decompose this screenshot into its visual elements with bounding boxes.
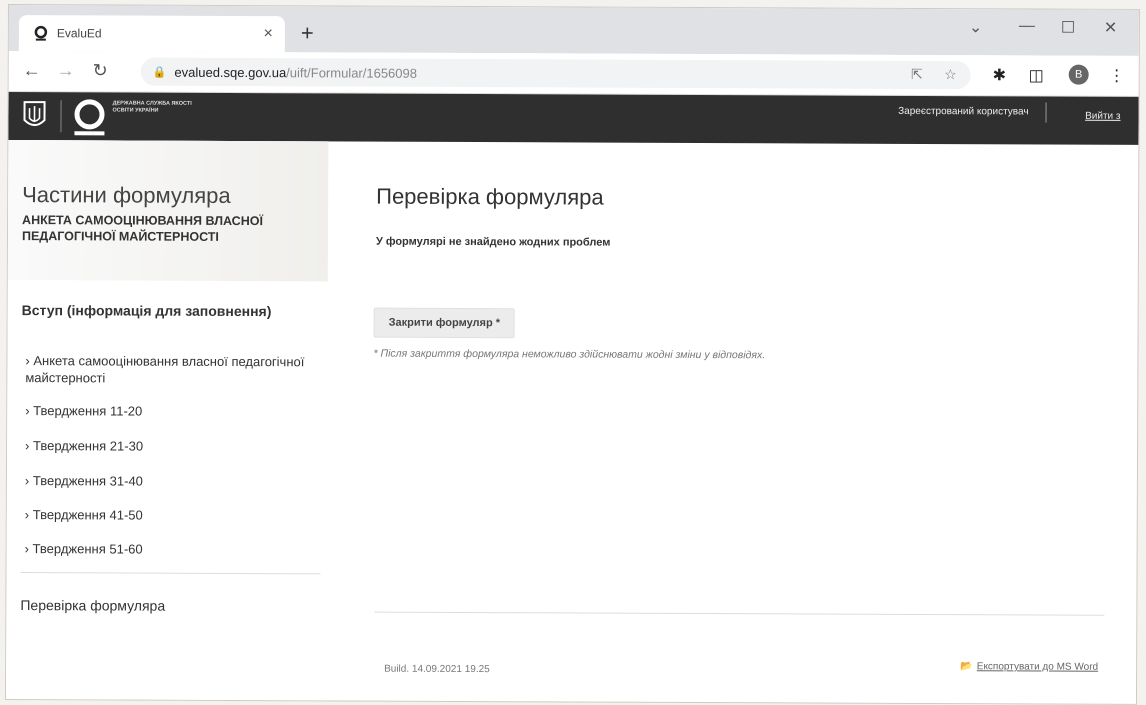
tab-strip: EvaluEd × + ⌄ — ☐ ✕ bbox=[8, 5, 1139, 56]
side-panel-icon[interactable]: ◫ bbox=[1029, 65, 1044, 85]
extensions-puzzle-icon[interactable]: ✱ bbox=[993, 65, 1006, 85]
browser-menu-icon[interactable]: ⋮ bbox=[1109, 66, 1125, 86]
bookmark-star-icon[interactable]: ☆ bbox=[944, 66, 957, 83]
browser-tab[interactable]: EvaluEd × bbox=[18, 15, 285, 53]
sidebar-item-intro[interactable]: Вступ (інформація для заповнення) bbox=[22, 302, 272, 319]
tab-close-icon[interactable]: × bbox=[263, 25, 272, 43]
close-form-button[interactable]: Закрити формуляр * bbox=[373, 307, 516, 339]
header-divider bbox=[60, 100, 62, 133]
registered-user-label: Зареєстрований користувач bbox=[898, 105, 1029, 118]
export-word-link[interactable]: 📂 Експортувати до MS Word bbox=[960, 661, 1098, 673]
footer-divider bbox=[374, 611, 1105, 616]
sidebar-header bbox=[7, 140, 329, 282]
tab-title: EvaluEd bbox=[56, 26, 102, 41]
site-header: ДЕРЖАВНА СЛУЖБА ЯКОСТІ ОСВІТИ УКРАЇНИ За… bbox=[8, 92, 1139, 145]
export-label: Експортувати до MS Word bbox=[976, 661, 1099, 673]
navigation-bar: ← → ↻ 🔒 evalued.sqe.gov.ua /uift/Formula… bbox=[8, 51, 1139, 97]
header-user-divider bbox=[1045, 102, 1047, 123]
logout-link[interactable]: Вийти з bbox=[1085, 111, 1120, 122]
main-content: Перевірка формуляра У формулярі не знайд… bbox=[358, 142, 1130, 704]
build-info: Build. 14.09.2021 19.25 bbox=[384, 663, 490, 676]
sqe-logo-bar bbox=[74, 131, 105, 136]
evalued-favicon-icon bbox=[33, 25, 49, 41]
folder-icon: 📂 bbox=[960, 661, 973, 673]
logo-text: ДЕРЖАВНА СЛУЖБА ЯКОСТІ ОСВІТИ УКРАЇНИ bbox=[112, 100, 192, 114]
sidebar-divider bbox=[20, 572, 321, 575]
trident-crest-icon bbox=[23, 101, 46, 127]
browser-window: EvaluEd × + ⌄ — ☐ ✕ ← → ↻ 🔒 evalued.sqe.… bbox=[4, 4, 1140, 705]
sidebar: Частини формуляра АНКЕТА САМООЦІНЮВАННЯ … bbox=[5, 140, 329, 701]
sidebar-item-form-check[interactable]: Перевірка формуляра bbox=[20, 597, 165, 614]
profile-avatar[interactable]: B bbox=[1068, 64, 1089, 85]
share-icon[interactable]: ⇱ bbox=[911, 66, 923, 83]
sqe-logo-icon[interactable] bbox=[74, 99, 105, 130]
url-path: /uift/Formular/1656098 bbox=[286, 64, 418, 81]
sidebar-item-statements-31-40[interactable]: › Твердження 31-40 bbox=[25, 472, 305, 490]
sidebar-subtitle: АНКЕТА САМООЦІНЮВАННЯ ВЛАСНОЇ ПЕДАГОГІЧН… bbox=[21, 213, 263, 244]
back-icon[interactable]: ← bbox=[23, 60, 41, 81]
sidebar-item-questionnaire[interactable]: › Анкета самооцінювання власної педагогі… bbox=[25, 352, 305, 387]
close-note: * Після закриття формуляра неможливо зді… bbox=[373, 347, 766, 362]
minimize-icon[interactable]: — bbox=[1019, 17, 1035, 35]
tab-search-icon[interactable]: ⌄ bbox=[969, 17, 982, 37]
sidebar-item-statements-51-60[interactable]: › Твердження 51-60 bbox=[25, 540, 305, 558]
address-bar[interactable]: 🔒 evalued.sqe.gov.ua /uift/Formular/1656… bbox=[140, 57, 971, 90]
sidebar-item-statements-11-20[interactable]: › Твердження 11-20 bbox=[25, 402, 305, 420]
forward-icon[interactable]: → bbox=[57, 60, 75, 81]
sidebar-item-statements-41-50[interactable]: › Твердження 41-50 bbox=[25, 506, 305, 524]
validation-message: У формулярі не знайдено жодних проблем bbox=[375, 235, 611, 249]
url-domain: evalued.sqe.gov.ua bbox=[174, 64, 287, 80]
page-title: Перевірка формуляра bbox=[376, 183, 604, 210]
lock-icon: 🔒 bbox=[152, 66, 167, 79]
new-tab-button[interactable]: + bbox=[301, 20, 314, 46]
sidebar-title: Частини формуляра bbox=[22, 182, 231, 208]
close-window-icon[interactable]: ✕ bbox=[1104, 18, 1117, 38]
reload-icon[interactable]: ↻ bbox=[93, 60, 108, 81]
maximize-icon[interactable]: ☐ bbox=[1061, 18, 1075, 38]
sidebar-item-statements-21-30[interactable]: › Твердження 21-30 bbox=[25, 437, 305, 455]
